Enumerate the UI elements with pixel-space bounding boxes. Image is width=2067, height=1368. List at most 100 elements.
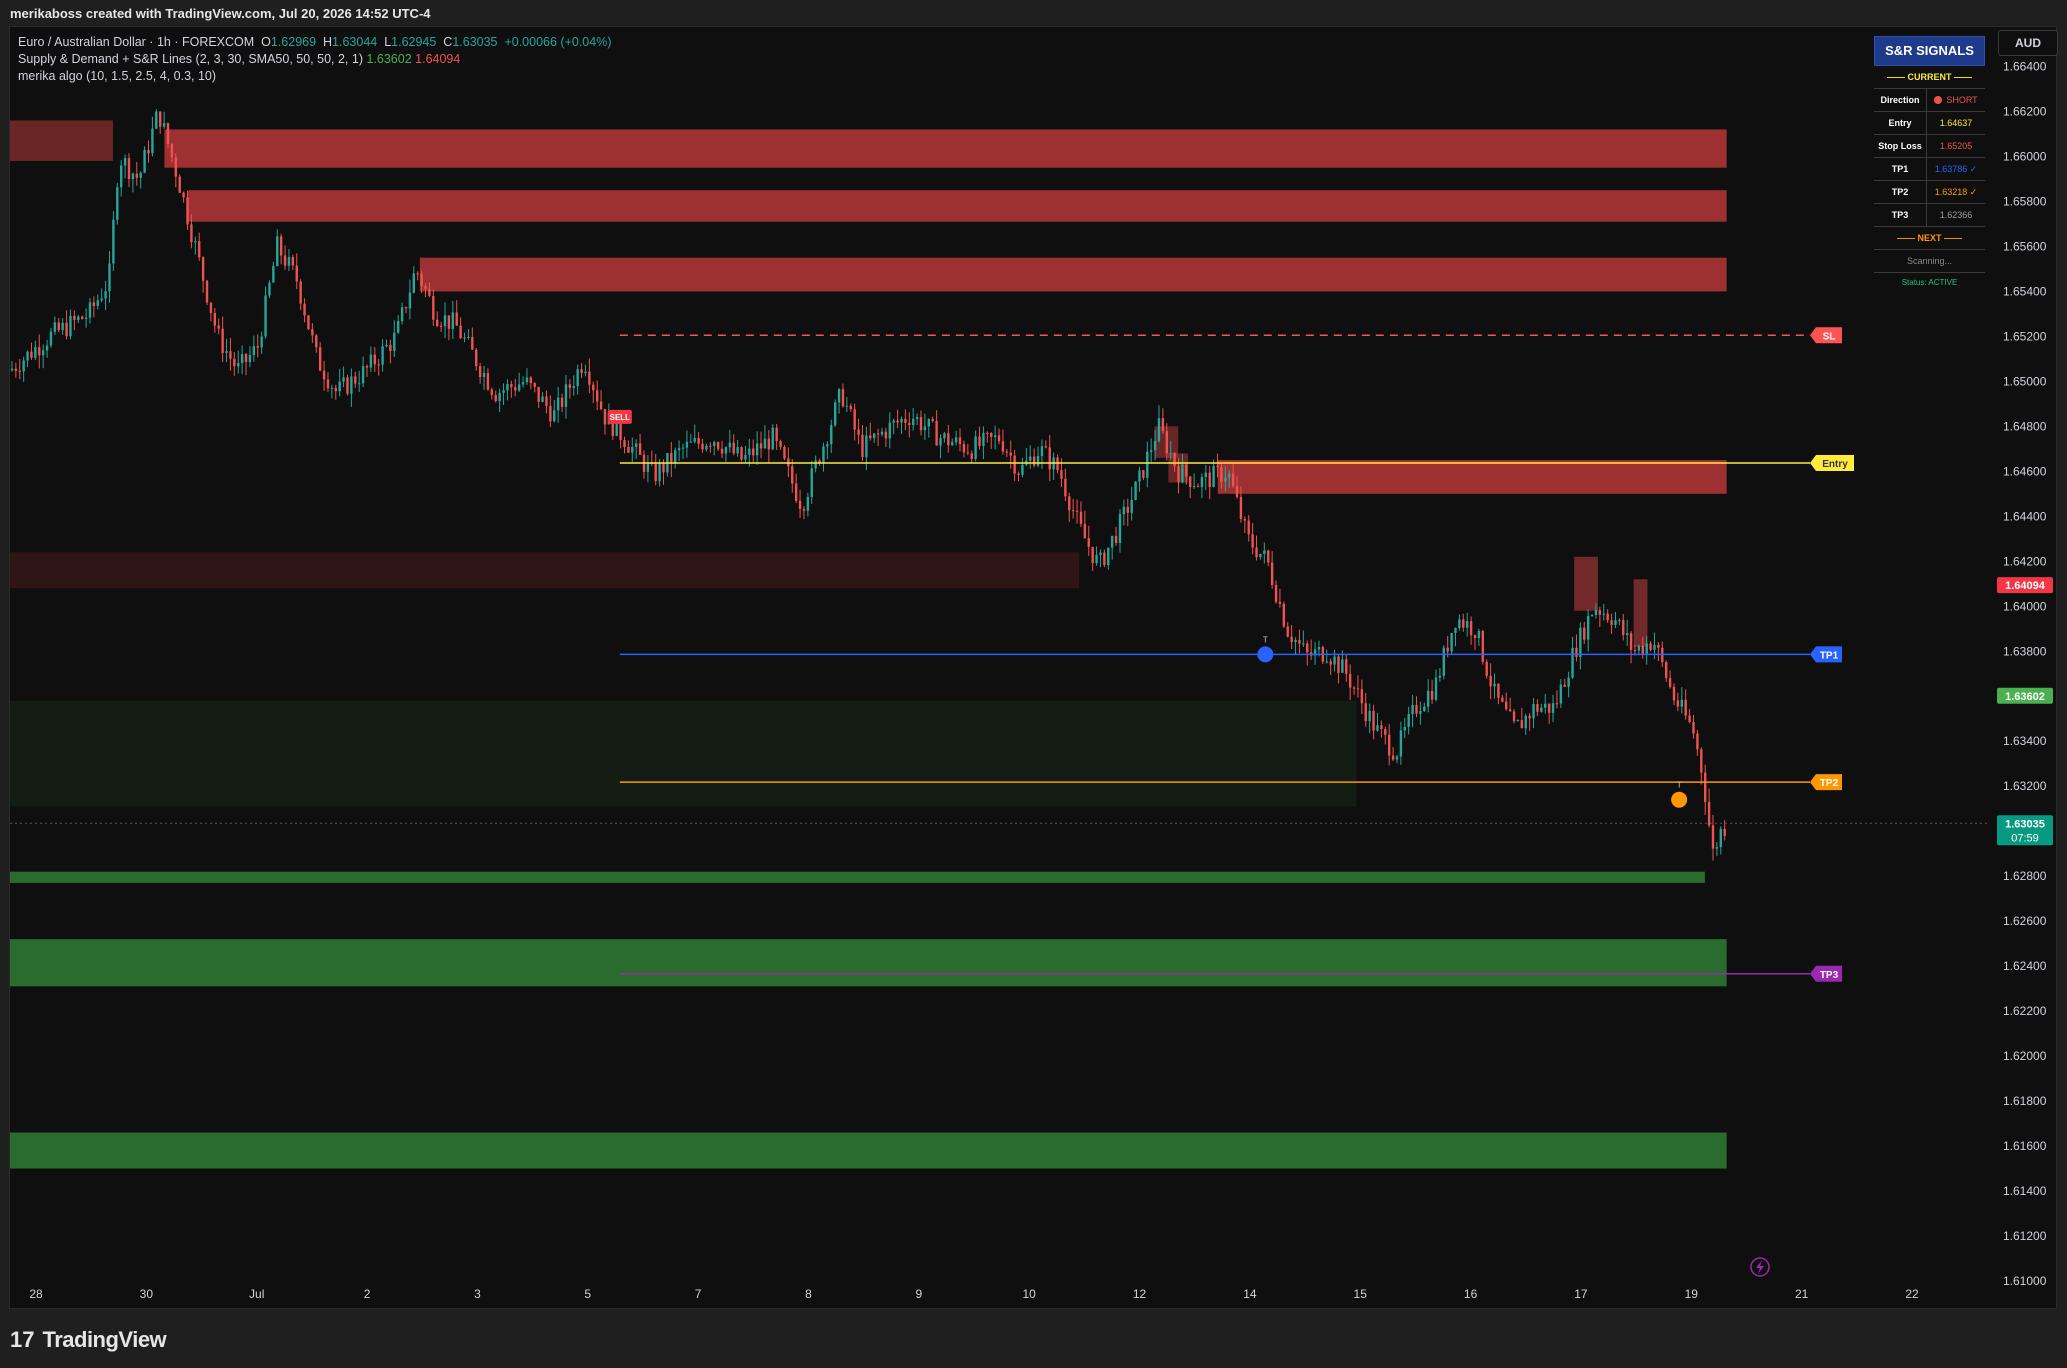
- price-tick-label: 1.62000: [2003, 1049, 2047, 1063]
- footer-brand: 17 TradingView: [10, 1325, 167, 1355]
- candle-body: [1618, 620, 1621, 622]
- candle-body: [958, 437, 962, 444]
- candle-body: [61, 322, 64, 331]
- legend-indicator-1[interactable]: Supply & Demand + S&R Lines (2, 3, 30, S…: [18, 51, 611, 68]
- candle-body: [970, 453, 973, 459]
- candle-body: [482, 373, 486, 378]
- time-axis[interactable]: 28 30 Jul 2 3 5 7 8 9 10 12 14 15 16 17 19 21 22: [29, 1287, 1919, 1301]
- candle-body: [346, 377, 349, 394]
- candle-body: [631, 447, 634, 453]
- candle-body: [1138, 470, 1141, 482]
- candle-body: [1208, 472, 1211, 488]
- candle-body: [1142, 470, 1145, 478]
- price-tick-label: 1.65200: [2003, 329, 2047, 343]
- candle-body: [1641, 645, 1644, 654]
- candle-body: [1704, 772, 1707, 802]
- candle-body: [139, 172, 142, 178]
- signal-row-value-text: 1.63218 ✓: [1934, 187, 1978, 197]
- candle-body: [100, 298, 103, 301]
- candle-body: [151, 128, 154, 154]
- candle-body: [463, 337, 466, 339]
- candle-body: [1614, 620, 1617, 625]
- candle-body: [1270, 562, 1274, 585]
- level-tag-sl: SL: [1810, 327, 1842, 344]
- candle-body: [506, 384, 509, 391]
- candle-body: [541, 396, 544, 402]
- signal-row-key: TP2: [1874, 181, 1927, 203]
- candle-body: [736, 447, 739, 454]
- indicator-2-name: merika algo (10, 1.5, 2.5, 4, 0.3, 10): [18, 69, 217, 83]
- price-tick-label: 1.66000: [2003, 149, 2047, 163]
- candle-body: [350, 376, 353, 394]
- signal-row-key: Direction: [1874, 89, 1927, 111]
- candle-body: [1259, 553, 1262, 558]
- candle-body: [1571, 647, 1574, 678]
- candle-body: [529, 377, 533, 384]
- candle-body: [166, 123, 170, 145]
- candle-body: [494, 395, 497, 402]
- candle-body: [728, 442, 732, 448]
- candle-body: [225, 351, 228, 353]
- legend-low: 1.62945: [391, 35, 437, 49]
- candle-body: [237, 363, 240, 367]
- level-labels: SL Entry TP1 TP2 TP3: [1810, 327, 1854, 982]
- candle-body: [713, 442, 716, 447]
- candle-body: [775, 427, 778, 442]
- price-axis[interactable]: 1.66400 1.66200 1.66000 1.65800 1.65600 1.654…: [2003, 59, 2047, 1288]
- candle-body: [830, 425, 833, 445]
- candle-body: [592, 384, 595, 391]
- level-tag-entry: Entry: [1810, 455, 1854, 472]
- candle-body: [705, 445, 708, 450]
- candle-body: [53, 322, 57, 332]
- level-tag-text: SL: [1823, 331, 1836, 342]
- candle-body: [311, 329, 314, 336]
- level-tag-tp1: TP1: [1810, 646, 1842, 663]
- candle-body: [646, 462, 650, 472]
- candle-body: [1114, 535, 1118, 543]
- candle-body: [30, 351, 33, 358]
- candle-body: [92, 302, 96, 307]
- price-tick-label: 1.63800: [2003, 644, 2047, 658]
- candle-body: [486, 373, 490, 390]
- candle-body: [603, 409, 607, 425]
- candle-body: [1360, 689, 1364, 704]
- candle-body: [412, 273, 416, 293]
- candle-body: [18, 370, 21, 372]
- candle-body: [1629, 633, 1633, 650]
- legend-indicator-2[interactable]: merika algo (10, 1.5, 2.5, 4, 0.3, 10): [18, 68, 611, 85]
- candle-body: [1071, 510, 1075, 512]
- candle-body: [1466, 621, 1469, 628]
- legend-symbol[interactable]: Euro / Australian Dollar · 1h · FOREXCOM: [18, 35, 254, 49]
- candle-body: [416, 273, 419, 275]
- price-tick-label: 1.66200: [2003, 104, 2047, 118]
- candle-body: [677, 447, 681, 451]
- candle-body: [1594, 610, 1598, 615]
- currency-button[interactable]: AUD: [1998, 30, 2058, 56]
- zone-rect: [10, 939, 1727, 987]
- candle-body: [1524, 715, 1527, 729]
- candle-body: [221, 328, 224, 353]
- candle-body: [857, 429, 860, 435]
- price-tick-label: 1.61000: [2003, 1274, 2047, 1288]
- candle-body: [755, 443, 759, 456]
- price-tick-label: 1.62600: [2003, 914, 2047, 928]
- candle-body: [1450, 632, 1453, 652]
- candle-body: [404, 307, 408, 309]
- candle-body: [685, 441, 689, 448]
- tp-hit-marker: [1671, 791, 1688, 808]
- candle-body: [923, 426, 927, 431]
- candle-body: [1536, 704, 1539, 712]
- candle-body: [806, 496, 810, 511]
- candle-body: [1087, 538, 1090, 547]
- candle-body: [689, 441, 693, 443]
- time-tick-label: 9: [915, 1287, 922, 1301]
- signals-panel: S&R SIGNALS —— CURRENT —— Direction SHORT…: [1874, 36, 1985, 293]
- price-chart[interactable]: SELL T T 1.66400 1.66200 1.66000 1.65800 1.656…: [0, 0, 2067, 1368]
- candle-body: [1192, 486, 1196, 488]
- lightning-icon[interactable]: [1750, 1257, 1770, 1277]
- candle-body: [962, 443, 966, 453]
- candle-body: [1130, 499, 1133, 513]
- candle-body: [209, 302, 213, 314]
- signal-row-value: 1.65205: [1927, 135, 1985, 157]
- price-tick-label: 1.65000: [2003, 374, 2047, 388]
